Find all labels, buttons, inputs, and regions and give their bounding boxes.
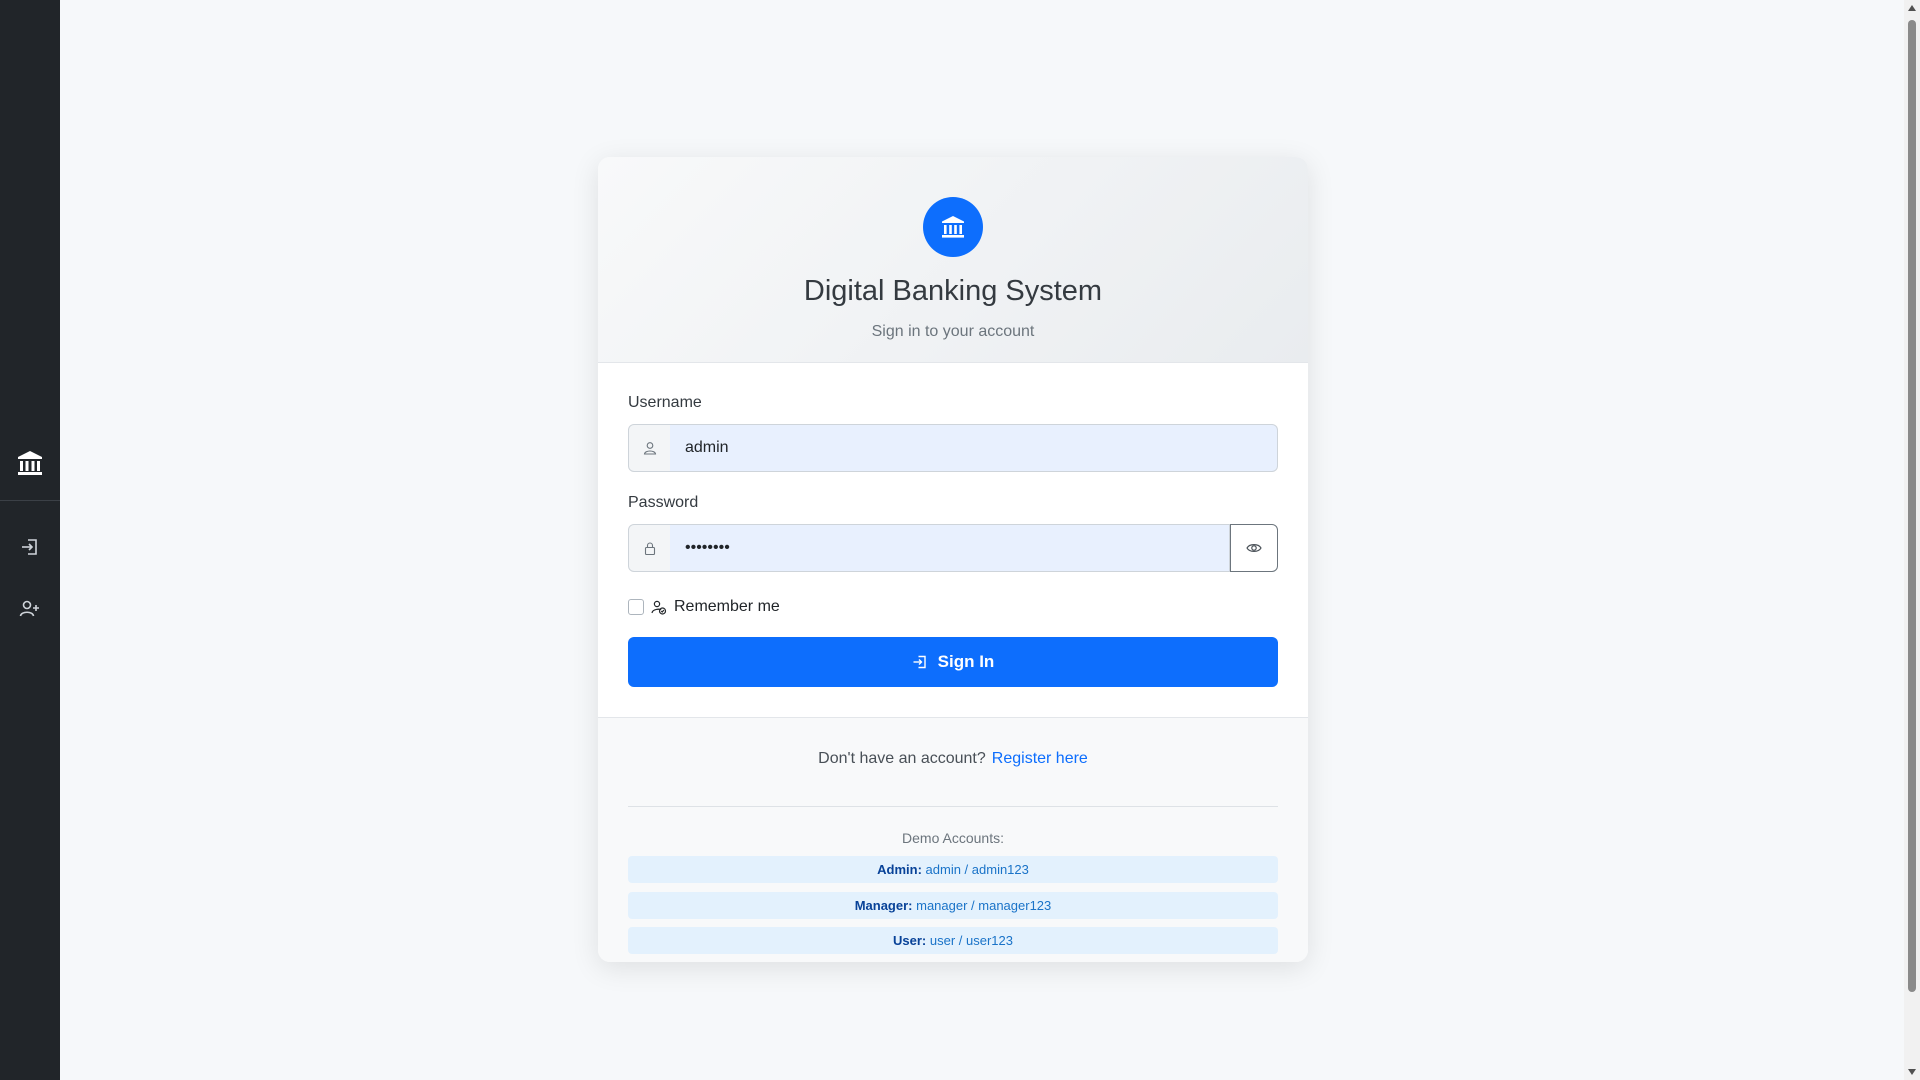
demo-role: Admin:	[877, 862, 922, 877]
bank-icon[interactable]	[0, 446, 60, 480]
no-account-text: Don't have an account? Register here	[598, 750, 1308, 768]
register-link[interactable]: Register here	[992, 750, 1088, 767]
toggle-password-button[interactable]	[1230, 524, 1278, 572]
page-subtitle: Sign in to your account	[871, 323, 1035, 340]
sidebar	[0, 0, 60, 1080]
card-footer: Don't have an account? Register here Demo…	[598, 717, 1308, 962]
demo-credentials: manager / manager123	[916, 898, 1052, 913]
password-label: Password	[628, 494, 699, 511]
eye-icon	[1246, 542, 1262, 554]
demo-account-manager: Manager: manager / manager123	[628, 892, 1278, 919]
demo-role: Manager:	[854, 898, 913, 913]
demo-accounts-title: Demo Accounts:	[902, 830, 1004, 846]
page-title: Digital Banking System	[803, 275, 1103, 307]
person-icon	[628, 424, 672, 472]
username-group: admin	[628, 424, 1278, 472]
person-add-icon[interactable]	[0, 595, 60, 623]
scroll-down-arrow-icon[interactable]	[1904, 1064, 1920, 1080]
sign-in-label: Sign In	[937, 652, 995, 671]
remember-checkbox[interactable]	[628, 599, 644, 615]
no-account-prompt: Don't have an account?	[818, 750, 986, 767]
password-group: ••••••••	[628, 524, 1278, 572]
vertical-scrollbar[interactable]	[1904, 0, 1920, 1080]
demo-account-admin: Admin: admin / admin123	[628, 856, 1278, 883]
bank-logo-icon	[923, 197, 983, 257]
username-input[interactable]: admin	[670, 424, 1278, 472]
login-icon[interactable]	[0, 533, 60, 561]
username-label: Username	[628, 394, 702, 411]
sign-in-button[interactable]: Sign In	[628, 637, 1278, 687]
sidebar-divider	[0, 500, 60, 501]
lock-icon	[628, 524, 672, 572]
demo-role: User:	[893, 933, 927, 948]
person-check-icon	[651, 600, 667, 615]
demo-credentials: user / user123	[929, 933, 1013, 948]
card-header: Digital Banking System Sign in to your a…	[598, 157, 1308, 363]
footer-divider	[628, 806, 1278, 807]
login-icon	[912, 654, 928, 670]
login-card: Digital Banking System Sign in to your a…	[598, 157, 1308, 962]
password-input[interactable]: ••••••••	[670, 524, 1230, 572]
demo-credentials: admin / admin123	[925, 862, 1029, 877]
remember-label[interactable]: Remember me	[674, 598, 780, 616]
scrollbar-thumb[interactable]	[1908, 20, 1916, 992]
remember-me: Remember me	[628, 595, 780, 619]
demo-account-user: User: user / user123	[628, 927, 1278, 954]
scroll-up-arrow-icon[interactable]	[1904, 0, 1920, 16]
